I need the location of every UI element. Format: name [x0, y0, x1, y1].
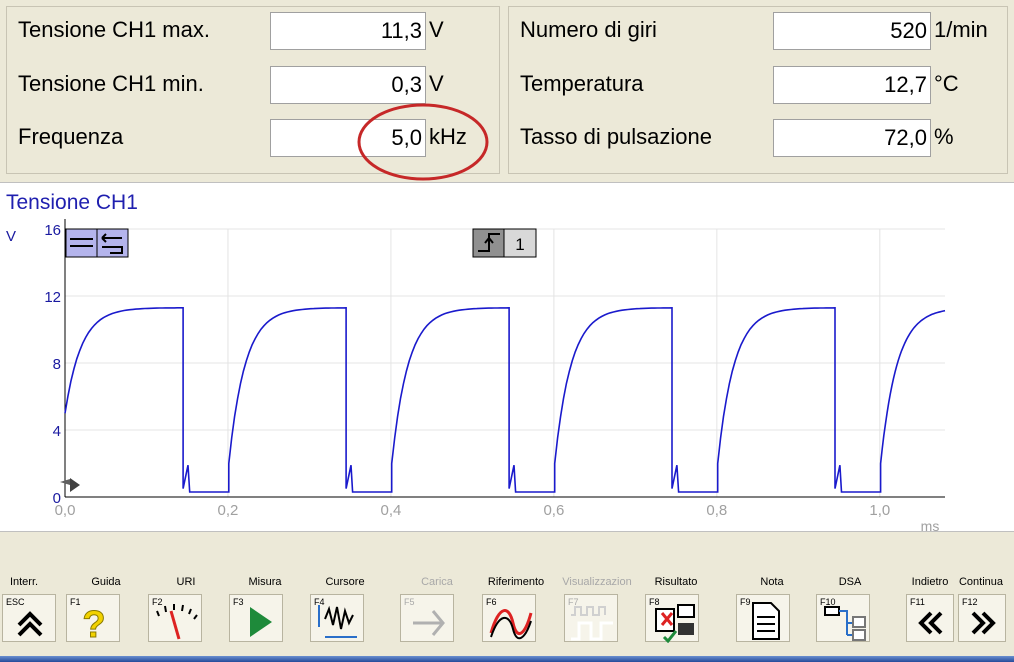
- taskbar-strip: [0, 656, 1014, 662]
- label-frequency: Frequenza: [18, 124, 124, 149]
- fkey-f12: F12: [962, 597, 978, 607]
- fkey-f5: F5: [404, 597, 415, 607]
- label-voltage-max: Tensione CH1 max.: [18, 17, 210, 42]
- x-tick-label: 0,4: [380, 502, 401, 519]
- continua-button[interactable]: F12: [958, 594, 1006, 642]
- label-misura: Misura: [248, 576, 282, 588]
- cursore-button[interactable]: F4: [310, 594, 364, 642]
- value-voltage-min: 0,3: [270, 66, 426, 104]
- unit-duty-cycle: %: [934, 124, 954, 149]
- trigger-edge-button[interactable]: [472, 228, 505, 258]
- misura-button[interactable]: F3: [229, 594, 283, 642]
- risultato-button[interactable]: F8: [645, 594, 699, 644]
- chart-panel: Tensione CH1 0,0 0,2 0,4 0,6 0,8 1,0 0 4 8 12 16 Vm…: [0, 182, 1014, 532]
- trigger-channel-label: 1: [515, 235, 524, 254]
- y-tick-label: 12: [44, 289, 61, 306]
- measurement-panel: Tensione CH1 max. 11,3 V Tensione CH1 mi…: [0, 0, 1014, 181]
- voltage-chart[interactable]: 0,0 0,2 0,4 0,6 0,8 1,00481216Vms 1: [0, 183, 1014, 531]
- unit-temperature: °C: [934, 71, 959, 96]
- trigger-channel-button[interactable]: 1: [503, 228, 537, 258]
- unit-rpm: 1/min: [934, 17, 988, 42]
- label-cursore: Cursore: [325, 576, 365, 588]
- nota-button[interactable]: F9: [736, 594, 790, 642]
- fkey-f4: F4: [314, 597, 325, 607]
- value-temperature: 12,7: [773, 66, 931, 104]
- x-tick-label: 0,2: [218, 502, 239, 519]
- y-tick-label: 0: [53, 490, 61, 507]
- carica-button[interactable]: F5: [400, 594, 454, 642]
- label-dsa: DSA: [838, 576, 862, 588]
- x-tick-label: 0,8: [706, 502, 727, 519]
- interr-button[interactable]: ESC: [2, 594, 56, 642]
- fkey-f7: F7: [568, 597, 579, 607]
- guida-button[interactable]: F1 ?: [66, 594, 120, 647]
- svg-text:?: ?: [82, 604, 105, 643]
- label-uri: URI: [176, 576, 196, 588]
- label-interr: Interr.: [9, 576, 39, 588]
- x-tick-label: 0,6: [543, 502, 564, 519]
- unit-voltage-max: V: [429, 17, 444, 42]
- label-nota: Nota: [760, 576, 784, 588]
- label-voltage-min: Tensione CH1 min.: [18, 71, 204, 96]
- value-rpm: 520: [773, 12, 931, 50]
- y-tick-label: 8: [53, 356, 61, 373]
- y-axis-label: V: [6, 228, 16, 245]
- riferimento-button[interactable]: F6: [482, 594, 536, 642]
- label-risultato: Risultato: [654, 576, 698, 588]
- label-rpm: Numero di giri: [520, 17, 657, 42]
- value-duty-cycle: 72,0: [773, 119, 931, 157]
- fkey-f3: F3: [233, 597, 244, 607]
- fkey-f2: F2: [152, 597, 163, 607]
- label-carica: Carica: [421, 576, 453, 588]
- y-tick-label: 16: [44, 222, 61, 239]
- channel-mode-button[interactable]: [65, 228, 98, 258]
- unit-voltage-min: V: [429, 71, 444, 96]
- fkey-f6: F6: [486, 597, 497, 607]
- value-voltage-max: 11,3: [270, 12, 426, 50]
- label-continua: Continua: [958, 576, 1004, 588]
- label-guida: Guida: [91, 576, 121, 588]
- fkey-f10: F10: [820, 597, 836, 607]
- x-axis-label: ms: [921, 518, 940, 531]
- voltage-trace: [64, 306, 946, 493]
- indietro-button[interactable]: F11: [906, 594, 954, 642]
- label-visualizzazion: Visualizzazion: [562, 576, 632, 588]
- fkey-esc: ESC: [6, 597, 25, 607]
- fkey-f11: F11: [910, 597, 925, 607]
- visualizzazion-button[interactable]: F7: [564, 594, 618, 642]
- trigger-level-marker[interactable]: [60, 478, 80, 492]
- y-tick-label: 4: [53, 423, 61, 440]
- highlight-circle: [357, 103, 489, 181]
- channel-swap-button[interactable]: [96, 228, 129, 258]
- x-tick-label: 1,0: [869, 502, 890, 519]
- label-temperature: Temperatura: [520, 71, 644, 96]
- fkey-f8: F8: [649, 597, 660, 607]
- function-toolbar: Interr. ESC Guida F1 ? URI F2 Misura F3 …: [0, 570, 1014, 656]
- dsa-button[interactable]: F10: [816, 594, 870, 642]
- fkey-f9: F9: [740, 597, 751, 607]
- fkey-f1: F1: [70, 597, 81, 607]
- uri-button[interactable]: F2: [148, 594, 202, 642]
- label-duty-cycle: Tasso di pulsazione: [520, 124, 713, 149]
- label-riferimento: Riferimento: [487, 576, 545, 588]
